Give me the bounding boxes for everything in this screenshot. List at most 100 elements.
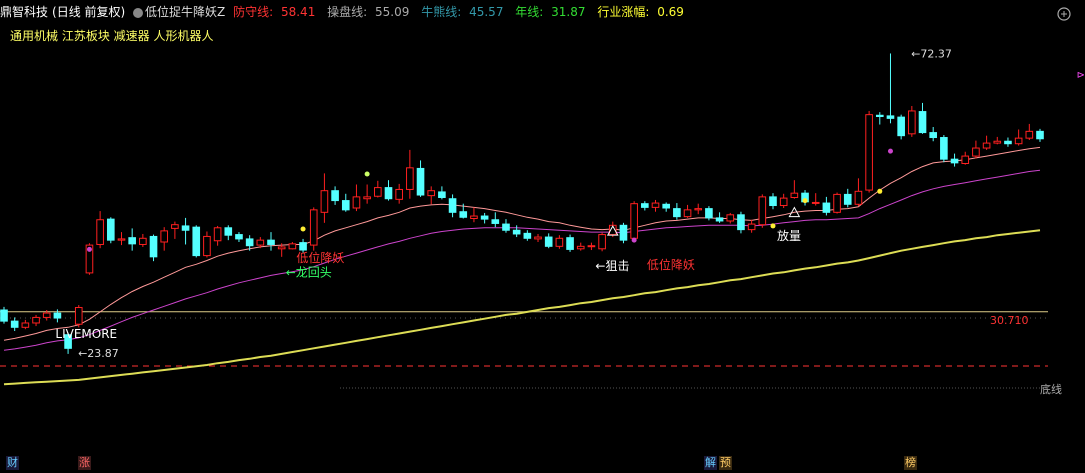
candle-body — [790, 192, 799, 198]
candle-body — [149, 235, 158, 258]
candle-body — [10, 320, 19, 328]
candle-body — [117, 238, 126, 241]
signal-dot — [770, 223, 776, 229]
candle-body — [747, 223, 756, 231]
candle-body — [235, 234, 243, 240]
candle-body — [1036, 130, 1044, 140]
candle-body — [972, 147, 980, 157]
bottom-tag-unlock[interactable]: 解 — [704, 456, 717, 470]
trade-line — [3, 169, 1041, 351]
candle-body — [694, 208, 703, 211]
candle-body — [929, 132, 938, 139]
candle-body — [950, 158, 959, 164]
candle-body — [224, 227, 233, 236]
candle-body — [480, 215, 489, 220]
candle-body — [811, 201, 820, 204]
candle-body — [384, 187, 393, 200]
annotation-label: 低位降妖 — [296, 250, 344, 265]
candle-body — [352, 196, 361, 209]
bottom-line-label: 底线 — [1040, 382, 1062, 396]
candle-body — [267, 239, 275, 245]
candle-body — [256, 239, 265, 246]
candle-body — [854, 190, 863, 205]
candle-body — [843, 193, 852, 205]
candle-body — [406, 167, 414, 190]
signal-dot — [877, 188, 883, 194]
candlestick-chart[interactable]: 30.710底线←72.37←23.87LIVEMORE低位降妖←龙回头 ←狙击低… — [0, 0, 1085, 473]
candle-body — [1014, 137, 1023, 145]
annotation-label: LIVEMORE — [55, 327, 117, 341]
candle-body — [53, 312, 62, 319]
candle-body — [277, 246, 286, 250]
candle-body — [897, 116, 905, 137]
candle-body — [21, 322, 30, 328]
annotation-label: ←狙击 — [595, 259, 629, 273]
low-price-label: ←23.87 — [78, 347, 119, 360]
bottom-tag-rise[interactable]: 涨 — [78, 456, 91, 470]
candle-body — [74, 307, 83, 325]
candle-body — [128, 237, 136, 245]
candle-body — [160, 230, 169, 243]
bullbear-line — [3, 229, 1041, 386]
candle-body — [769, 196, 777, 207]
candle-body — [341, 200, 350, 211]
candle-body — [1004, 140, 1012, 145]
candle-body — [32, 316, 40, 324]
candle-body — [673, 208, 681, 218]
candle-body — [715, 217, 724, 222]
candle-body — [320, 190, 329, 213]
candle-body — [363, 196, 371, 200]
candle-body — [641, 203, 649, 208]
candle-body — [705, 208, 713, 219]
candle-body — [544, 236, 553, 247]
candle-body — [737, 214, 745, 231]
candle-body — [42, 312, 51, 318]
candle-body — [918, 111, 927, 134]
candle-body — [555, 237, 564, 247]
candle-body — [619, 224, 628, 241]
candle-body — [961, 155, 970, 164]
candle-body — [416, 167, 425, 196]
candle-body — [309, 209, 318, 246]
candle-body — [213, 227, 222, 242]
candle-body — [630, 203, 638, 239]
candle-body — [726, 214, 735, 222]
candle-body — [203, 235, 211, 257]
signal-dot — [86, 246, 92, 252]
candle-body — [940, 137, 948, 160]
annotation-label: 低位降妖 — [647, 257, 695, 272]
candle-body — [245, 238, 254, 247]
candle-body — [139, 237, 147, 245]
candle-body — [427, 190, 436, 197]
candle-body — [651, 202, 660, 208]
candle-body — [448, 198, 457, 213]
candle-body — [502, 223, 510, 231]
candle-body — [106, 218, 115, 241]
candle-body — [779, 197, 788, 207]
bottom-tag-forecast[interactable]: 预 — [719, 456, 732, 470]
candle-body — [96, 219, 104, 245]
candle-body — [598, 234, 606, 250]
candle-body — [576, 245, 585, 250]
candle-body — [438, 191, 446, 198]
candle-body — [833, 193, 841, 213]
annotation-label: 放量 — [777, 228, 801, 243]
candle-body — [534, 236, 542, 240]
candle-body — [587, 245, 596, 248]
candle-body — [875, 114, 884, 118]
candle-body — [908, 110, 916, 135]
candle-body — [758, 196, 767, 226]
candle-body — [374, 187, 382, 197]
candle-body — [299, 242, 307, 251]
high-price-label: ←72.37 — [911, 47, 952, 60]
candle-body — [1025, 130, 1034, 139]
candle-body — [331, 190, 339, 202]
candle-body — [566, 237, 574, 250]
candle-body — [993, 140, 1002, 144]
candle-body — [459, 211, 468, 218]
candle-body — [0, 309, 8, 322]
candle-body — [288, 243, 297, 250]
reference-hline-label: 30.710 — [990, 314, 1029, 327]
bottom-tag-rank[interactable]: 榜 — [904, 456, 917, 470]
bottom-tag-finance[interactable]: 财 — [6, 456, 19, 470]
